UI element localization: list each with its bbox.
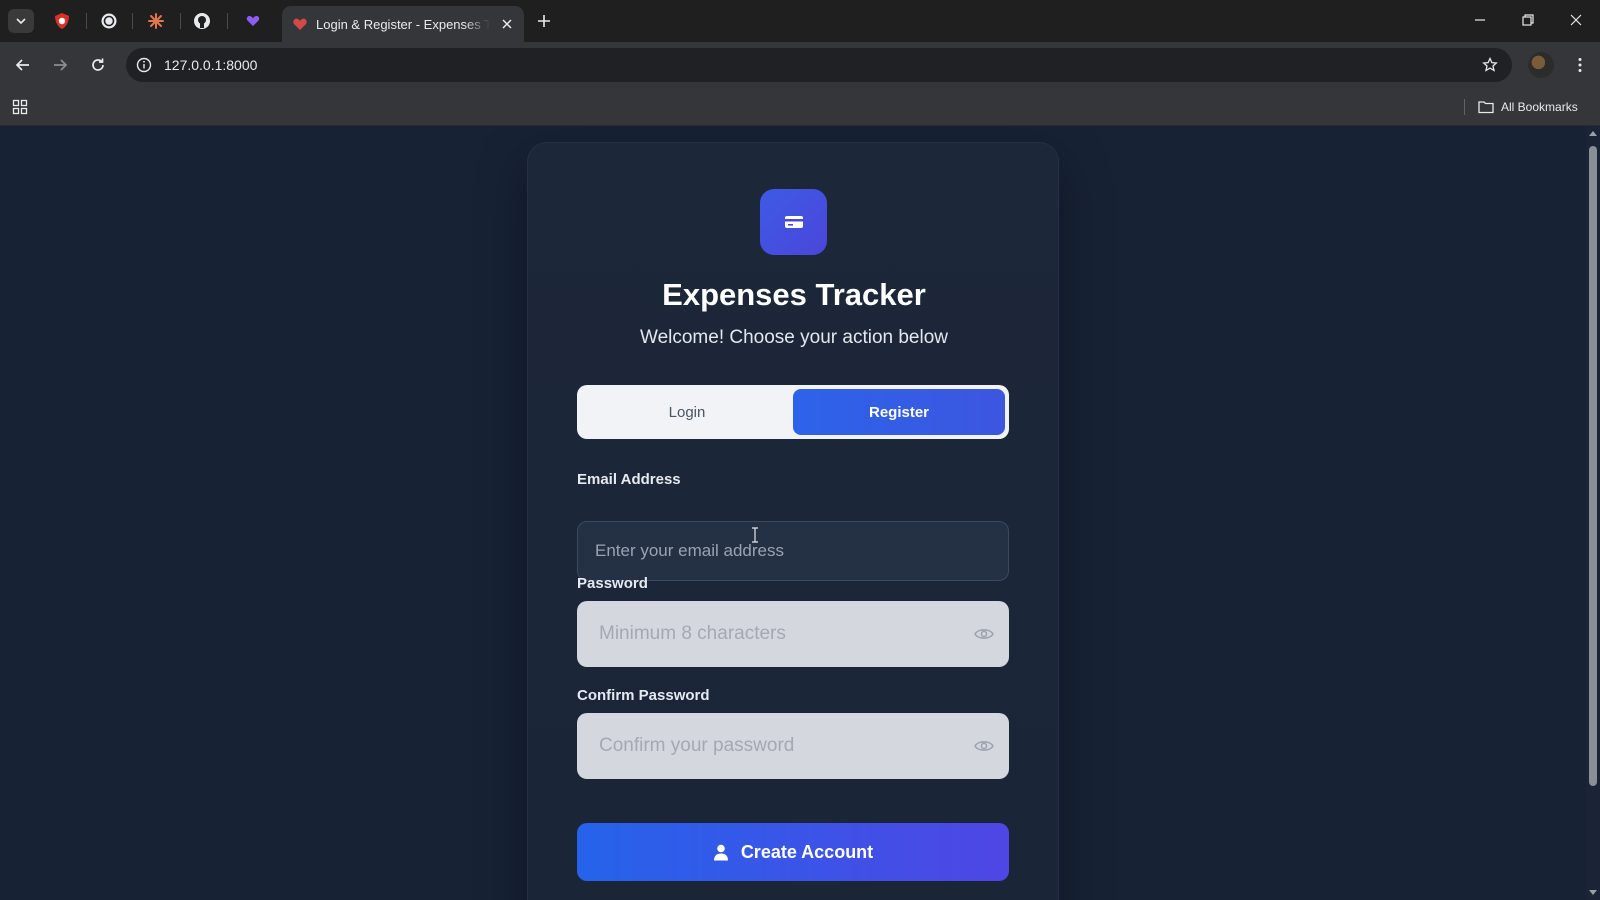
password-visibility-toggle[interactable]	[973, 623, 995, 645]
minimize-button[interactable]	[1466, 8, 1494, 32]
confirm-password-field[interactable]	[577, 713, 1009, 779]
profile-avatar[interactable]	[1528, 52, 1554, 78]
password-field-wrapper	[577, 601, 1009, 667]
email-label: Email Address	[577, 471, 681, 488]
tab-separator	[86, 13, 87, 29]
eye-icon	[974, 629, 994, 639]
reload-icon	[92, 58, 104, 71]
arrow-left-icon	[15, 59, 29, 71]
welcome-subtitle: Welcome! Choose your action below	[639, 327, 949, 348]
create-account-label: Create Account	[740, 841, 874, 862]
chevron-down-icon	[16, 18, 26, 25]
grid-icon	[12, 99, 28, 115]
url-text: 127.0.0.1:8000	[164, 57, 258, 73]
restore-button[interactable]	[1514, 8, 1542, 32]
app-logo	[760, 189, 827, 255]
pinned-tab-1[interactable]	[51, 10, 73, 32]
confirm-password-visibility-toggle[interactable]	[973, 735, 995, 757]
reload-button[interactable]	[84, 51, 112, 79]
github-logo-icon	[194, 13, 210, 29]
forward-button[interactable]	[46, 51, 74, 79]
pinned-tab-4[interactable]	[191, 10, 213, 32]
app-title: Expenses Tracker	[662, 277, 926, 312]
tab-login[interactable]: Login	[581, 389, 793, 435]
bookmarks-bar: All Bookmarks	[0, 88, 1600, 126]
confirm-password-label: Confirm Password	[577, 687, 710, 704]
close-icon	[502, 19, 512, 29]
password-label: Password	[577, 575, 648, 592]
page-scrollbar[interactable]	[1586, 126, 1600, 900]
all-bookmarks-button[interactable]: All Bookmarks	[1478, 96, 1578, 118]
star-icon	[1482, 57, 1498, 72]
active-tab-title: Login & Register - Expenses Tracker	[316, 16, 490, 32]
apps-button[interactable]	[10, 97, 30, 117]
bookmarks-divider	[1464, 99, 1465, 115]
eye-icon	[974, 741, 994, 751]
browser-menu-button[interactable]	[1566, 51, 1594, 79]
back-button[interactable]	[9, 51, 37, 79]
more-vertical-icon	[1578, 58, 1582, 72]
close-icon	[1570, 14, 1582, 26]
create-account-button[interactable]: Create Account	[577, 823, 1009, 881]
bookmark-star-button[interactable]	[1480, 55, 1500, 75]
info-icon	[136, 57, 152, 73]
browser-toolbar: 127.0.0.1:8000	[0, 42, 1600, 88]
all-bookmarks-label: All Bookmarks	[1501, 100, 1578, 114]
email-field[interactable]	[577, 521, 1009, 581]
claude-logo-icon	[148, 13, 164, 29]
tab-close-button[interactable]	[498, 15, 516, 33]
address-bar[interactable]: 127.0.0.1:8000	[126, 48, 1512, 82]
heart-favicon-icon	[293, 18, 307, 30]
tab-separator	[227, 13, 228, 29]
tab-register[interactable]: Register	[793, 389, 1005, 435]
active-tab[interactable]: Login & Register - Expenses Tracker	[282, 6, 524, 42]
chatgpt-logo-icon	[101, 13, 117, 29]
pinned-tab-5[interactable]	[242, 10, 264, 32]
plus-icon	[538, 15, 550, 27]
scroll-down-arrow-icon[interactable]	[1589, 890, 1597, 895]
confirm-password-field-wrapper	[577, 713, 1009, 779]
user-icon	[713, 844, 728, 860]
pinned-tab-2[interactable]	[98, 10, 120, 32]
folder-icon	[1478, 101, 1494, 114]
heart-logo-icon	[246, 16, 260, 26]
tab-search-button[interactable]	[8, 9, 34, 33]
window-close-button[interactable]	[1562, 8, 1590, 32]
credit-card-icon	[784, 216, 803, 228]
arrow-right-icon	[54, 59, 68, 71]
shield-logo-icon	[55, 13, 69, 29]
minimize-icon	[1475, 19, 1485, 21]
browser-tab-strip: Login & Register - Expenses Tracker	[0, 0, 1600, 42]
auth-card: Expenses Tracker Welcome! Choose your ac…	[527, 142, 1059, 900]
text-cursor-icon	[752, 527, 758, 543]
new-tab-button[interactable]	[533, 10, 555, 32]
password-field[interactable]	[577, 601, 1009, 667]
scrollbar-thumb[interactable]	[1589, 146, 1597, 786]
tab-separator	[180, 13, 181, 29]
tab-separator	[132, 13, 133, 29]
scroll-up-arrow-icon[interactable]	[1589, 131, 1597, 136]
restore-icon	[1522, 14, 1534, 26]
page-viewport: Expenses Tracker Welcome! Choose your ac…	[0, 126, 1600, 900]
pinned-tab-3[interactable]	[145, 10, 167, 32]
auth-tab-switch: Login Register	[577, 385, 1009, 439]
